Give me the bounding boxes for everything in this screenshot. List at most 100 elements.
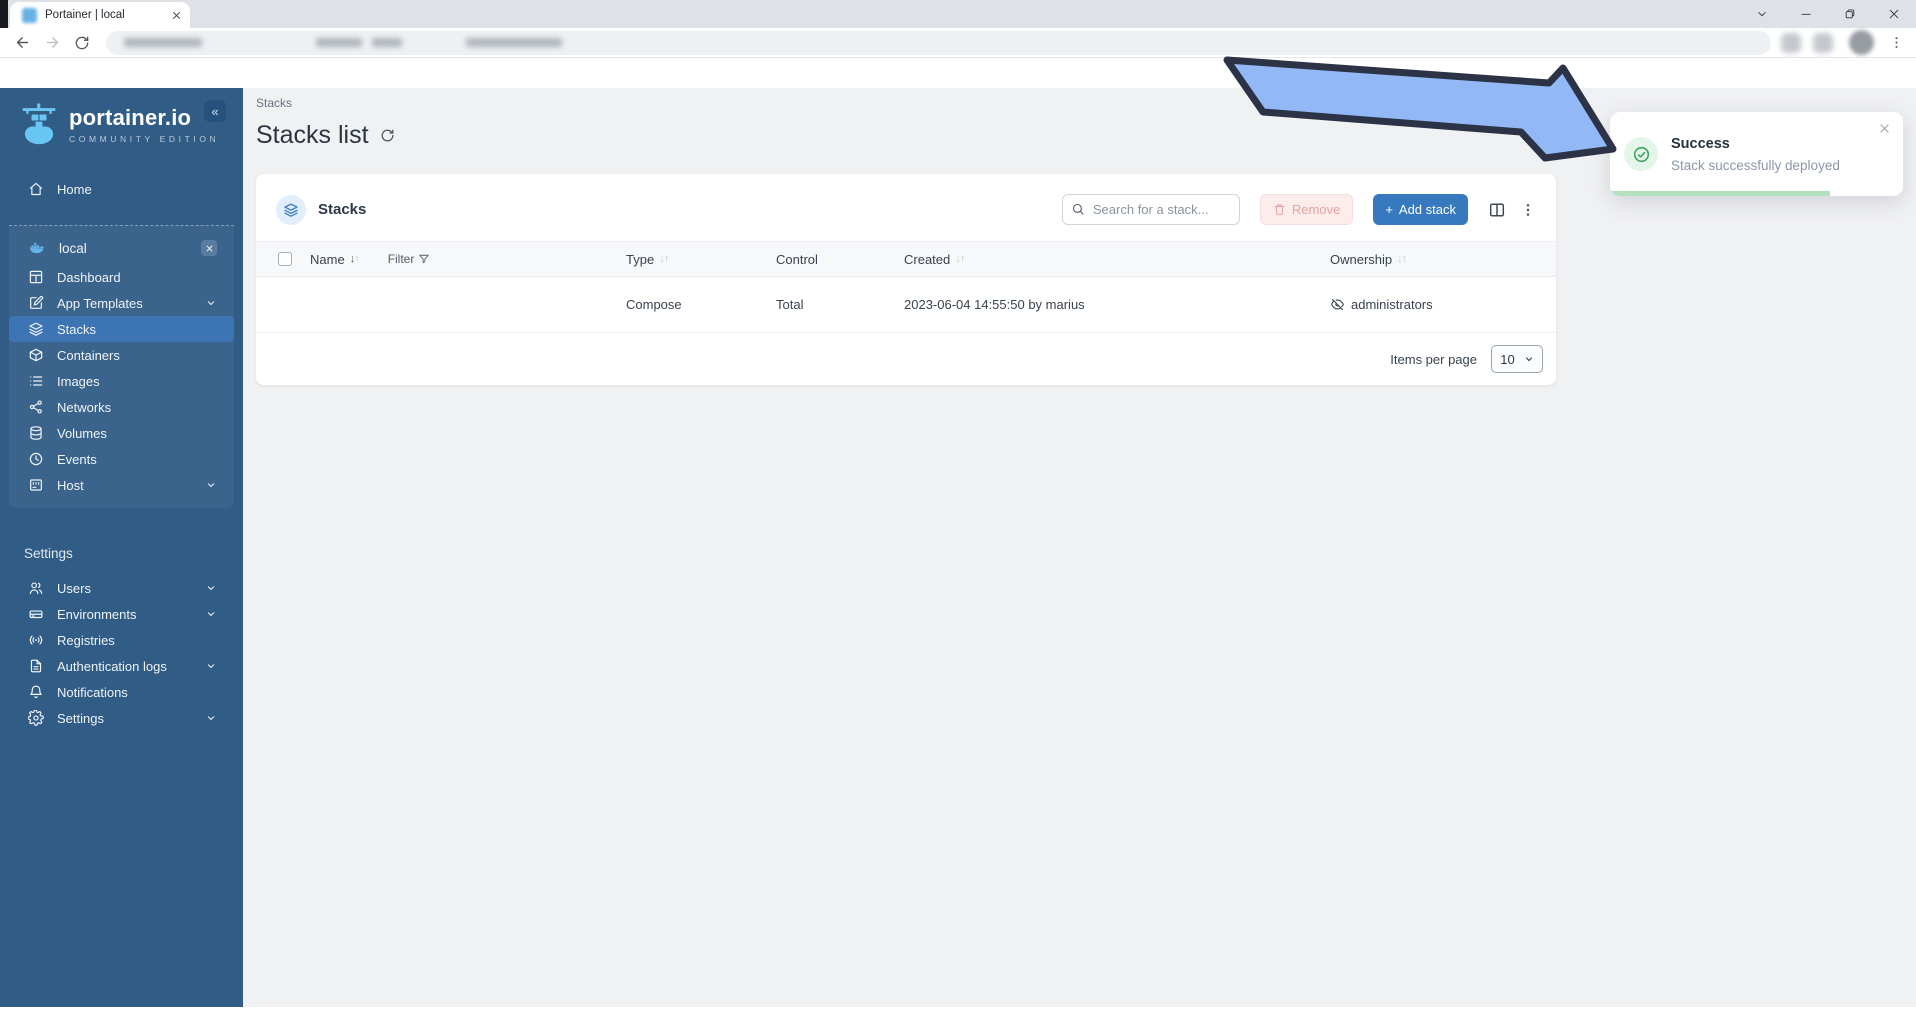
logo-title: portainer.io [69, 104, 192, 130]
sidebar-item-label: Host [57, 477, 84, 493]
column-label: Created [904, 251, 951, 267]
widget-title-label: Stacks [318, 201, 367, 218]
sidebar-item-dashboard[interactable]: Dashboard [9, 264, 234, 290]
funnel-icon [419, 254, 430, 264]
columns-toggle-icon[interactable] [1488, 201, 1506, 219]
sidebar-item-volumes[interactable]: Volumes [9, 420, 234, 446]
sidebar-item-authentication-logs[interactable]: Authentication logs [0, 653, 243, 679]
sidebar-collapse-button[interactable]: « [204, 100, 226, 122]
sidebar-item-users[interactable]: Users [0, 575, 243, 601]
items-per-page-label: Items per page [1390, 351, 1477, 367]
plus-icon: + [1385, 202, 1393, 217]
environment-close-icon[interactable] [201, 240, 217, 256]
url-redacted-text [316, 38, 362, 47]
window-controls [1740, 0, 1916, 28]
toast-close-icon[interactable] [1878, 122, 1891, 135]
browser-profile-avatar[interactable] [1849, 30, 1874, 55]
page: « portainer.io COMMUNITY EDITION Home lo… [0, 88, 1916, 1025]
hard-drive-icon [29, 610, 43, 619]
extension-icon[interactable] [1781, 32, 1801, 53]
portainer-logo-icon [22, 103, 56, 145]
sidebar-item-events[interactable]: Events [9, 446, 234, 472]
browser-menu-chevron-icon[interactable] [1740, 0, 1784, 28]
layout-icon [29, 270, 43, 284]
url-redacted-text [466, 38, 562, 47]
reload-icon[interactable] [68, 29, 96, 57]
url-bar[interactable] [106, 30, 1771, 55]
share-icon [29, 400, 42, 414]
chevron-down-icon [207, 301, 215, 305]
sidebar-item-label: Settings [57, 710, 104, 726]
table-row: Compose Total 2023-06-04 14:55:50 by mar… [256, 277, 1556, 333]
extension-icon[interactable] [1813, 32, 1833, 53]
window-close-icon[interactable] [1872, 0, 1916, 28]
screen: Portainer | local « portainer.io COMMUNI… [0, 0, 1916, 1025]
tab-title: Portainer | local [45, 9, 125, 21]
success-toast: Success Stack successfully deployed [1610, 112, 1903, 196]
add-stack-button[interactable]: + Add stack [1373, 194, 1468, 225]
window-minimize-icon[interactable] [1784, 0, 1828, 28]
sidebar: « portainer.io COMMUNITY EDITION Home lo… [0, 88, 243, 1007]
items-per-page-select[interactable]: 10 [1491, 345, 1543, 373]
sort-icons: ↓ ↑ [1397, 252, 1407, 265]
box-icon [29, 348, 43, 362]
toast-message: Stack successfully deployed [1671, 157, 1840, 173]
sort-asc-icon: ↑ [663, 252, 669, 265]
column-header-created[interactable]: Created ↓ ↑ [904, 252, 1330, 267]
widget-header: Stacks Remove [256, 174, 1556, 241]
layers-icon [29, 322, 43, 336]
sidebar-item-environments[interactable]: Environments [0, 601, 243, 627]
browser-tab[interactable]: Portainer | local [10, 2, 190, 28]
clock-icon [29, 452, 43, 466]
sidebar-item-label: Volumes [57, 425, 107, 441]
browser-toolbar [0, 28, 1916, 58]
sidebar-item-stacks[interactable]: Stacks [9, 316, 234, 342]
toast-title: Success [1671, 135, 1730, 152]
filter-button[interactable]: Filter [388, 252, 431, 266]
sidebar-item-notifications[interactable]: Notifications [0, 679, 243, 705]
portainer-favicon-icon [22, 7, 37, 23]
sidebar-item-networks[interactable]: Networks [9, 394, 234, 420]
sidebar-item-containers[interactable]: Containers [9, 342, 234, 368]
select-all-checkbox[interactable] [278, 252, 292, 266]
sidebar-item-label: Stacks [57, 321, 97, 337]
table-header-row: Name ↓ ↑ Filter Type ↓ ↑ Control Created… [256, 241, 1556, 277]
sidebar-item-host[interactable]: Host [9, 472, 234, 498]
column-header-type[interactable]: Type ↓ ↑ [626, 252, 776, 267]
sidebar-item-registries[interactable]: Registries [0, 627, 243, 653]
sidebar-item-app-templates[interactable]: App Templates [9, 290, 234, 316]
sort-asc-icon: ↑ [1401, 252, 1407, 265]
column-label: Name [310, 251, 345, 267]
forward-icon[interactable] [38, 29, 66, 57]
window-restore-icon[interactable] [1828, 0, 1872, 28]
app: « portainer.io COMMUNITY EDITION Home lo… [0, 88, 1916, 1007]
sidebar-item-label: Images [57, 373, 100, 389]
eye-off-icon [1331, 298, 1344, 311]
sidebar-settings-header: Settings [24, 546, 73, 561]
column-header-control[interactable]: Control [776, 252, 904, 267]
pen-square-icon [30, 295, 44, 309]
logo-text: portainer.io COMMUNITY EDITION [69, 105, 219, 144]
refresh-icon[interactable] [380, 128, 395, 143]
back-icon[interactable] [8, 29, 36, 57]
column-header-ownership[interactable]: Ownership ↓ ↑ [1330, 252, 1546, 267]
table-kebab-menu-icon[interactable] [1520, 202, 1536, 218]
browser-kebab-menu-icon[interactable] [1884, 29, 1908, 57]
file-text-icon [30, 659, 42, 673]
sidebar-item-label: Registries [57, 632, 115, 648]
layers-icon [276, 194, 306, 225]
trash-icon [1274, 204, 1285, 215]
remove-button[interactable]: Remove [1259, 194, 1354, 225]
host-icon [30, 479, 42, 491]
search-input[interactable] [1061, 194, 1240, 225]
toast-progress [1610, 191, 1830, 196]
sidebar-environment-local[interactable]: local [9, 232, 234, 264]
tab-close-icon[interactable] [171, 10, 182, 21]
sidebar-item-home[interactable]: Home [0, 175, 243, 203]
sidebar-item-label: Containers [57, 347, 120, 363]
column-header-name[interactable]: Name ↓ ↑ Filter [310, 252, 626, 267]
list-icon [30, 376, 43, 386]
sidebar-item-images[interactable]: Images [9, 368, 234, 394]
sort-icons: ↓ ↑ [350, 253, 360, 265]
sidebar-item-settings[interactable]: Settings [0, 705, 243, 731]
